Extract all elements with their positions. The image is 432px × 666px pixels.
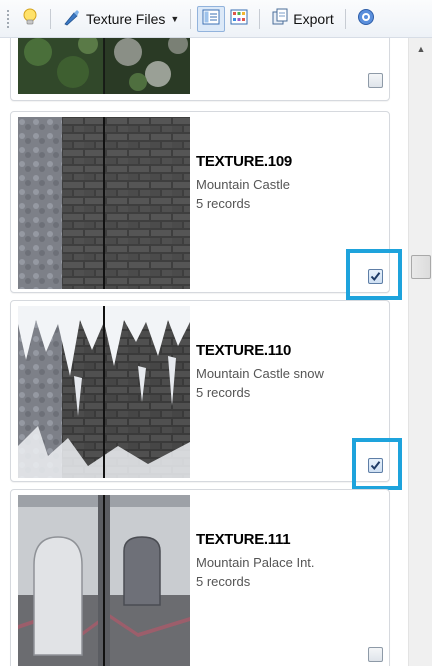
toolbar-separator [50,8,51,29]
export-icon [271,8,289,29]
toolbar-separator [344,8,346,29]
texture-title: TEXTURE.110 [196,342,292,359]
texture-title: TEXTURE.111 [196,531,291,548]
view-thumbnails-button[interactable] [225,6,253,32]
vertical-scrollbar[interactable]: ▲ [408,38,432,666]
toolbar-separator [259,8,261,29]
tips-button[interactable] [16,6,44,32]
chevron-down-icon: ▼ [170,13,180,24]
texture-record-count: 5 records [196,385,251,400]
view-thumbnails-icon [230,9,248,28]
texture-thumbnail [18,38,190,94]
toolbar: Texture Files ▼ Export [0,0,432,38]
texture-title: TEXTURE.109 [196,153,292,170]
texture-thumbnail [18,306,190,478]
select-checkbox[interactable] [368,647,383,662]
view-details-icon [202,9,220,28]
list-item[interactable] [10,38,390,101]
texture-description: Mountain Castle snow [196,366,324,381]
export-button[interactable]: Export [266,6,338,32]
view-details-button[interactable] [197,5,226,32]
texture-description: Mountain Palace Int. [196,555,315,570]
help-icon [357,8,375,29]
texture-thumbnail [18,117,190,289]
lightbulb-icon [21,7,39,30]
brush-icon [62,7,82,30]
scroll-up-arrow-icon[interactable]: ▲ [409,38,432,60]
list-item[interactable]: TEXTURE.110 Mountain Castle snow 5 recor… [10,300,390,482]
texture-record-count: 5 records [196,574,251,589]
texture-description: Mountain Castle [196,177,290,192]
help-button[interactable] [352,6,380,32]
texture-files-dropdown[interactable]: Texture Files ▼ [57,6,184,32]
checkbox-highlight [352,438,402,490]
texture-files-label: Texture Files [86,10,166,27]
texture-record-count: 5 records [196,196,251,211]
texture-thumbnail [18,495,190,666]
checkbox-highlight [346,249,402,300]
list-item[interactable]: TEXTURE.111 Mountain Palace Int. 5 recor… [10,489,390,666]
export-label: Export [293,10,334,27]
toolbar-separator [190,8,192,29]
toolbar-grip[interactable] [6,8,10,29]
list-item[interactable]: TEXTURE.109 Mountain Castle 5 records [10,111,390,293]
texture-list[interactable]: TEXTURE.109 Mountain Castle 5 records TE… [0,38,408,666]
select-checkbox[interactable] [368,73,383,88]
scrollbar-thumb[interactable] [411,255,431,279]
